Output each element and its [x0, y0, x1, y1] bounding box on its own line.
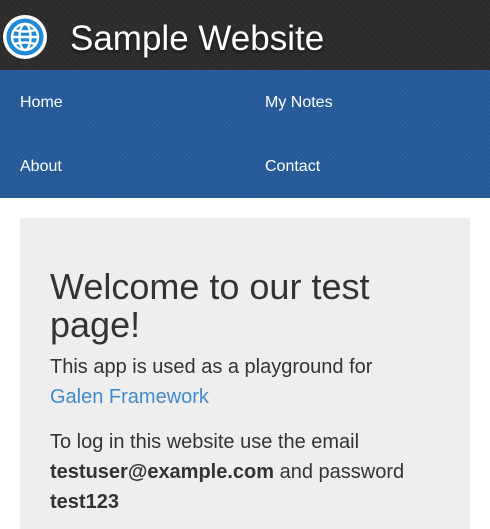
welcome-panel: Welcome to our test page! This app is us… [20, 218, 470, 529]
intro-paragraph: This app is used as a playground for Gal… [50, 352, 440, 412]
login-email: testuser@example.com [50, 461, 275, 483]
login-paragraph: To log in this website use the email tes… [50, 427, 440, 517]
nav-item-my-notes[interactable]: My Notes [265, 93, 333, 113]
nav-item-about[interactable]: About [20, 157, 62, 177]
site-title[interactable]: Sample Website [70, 18, 324, 60]
main-nav: Home My Notes About Contact [0, 70, 490, 198]
welcome-heading: Welcome to our test page! [50, 266, 370, 345]
galen-framework-link[interactable]: Galen Framework [50, 386, 209, 408]
password-label: and password [279, 461, 405, 483]
nav-item-contact[interactable]: Contact [265, 157, 320, 177]
login-prefix-text: To log in this website use the email [50, 431, 360, 453]
intro-text: This app is used as a playground for [50, 356, 373, 378]
login-password: test123 [50, 491, 119, 513]
site-header: Sample Website [0, 0, 490, 70]
nav-item-home[interactable]: Home [20, 93, 63, 113]
globe-icon[interactable] [2, 14, 48, 60]
